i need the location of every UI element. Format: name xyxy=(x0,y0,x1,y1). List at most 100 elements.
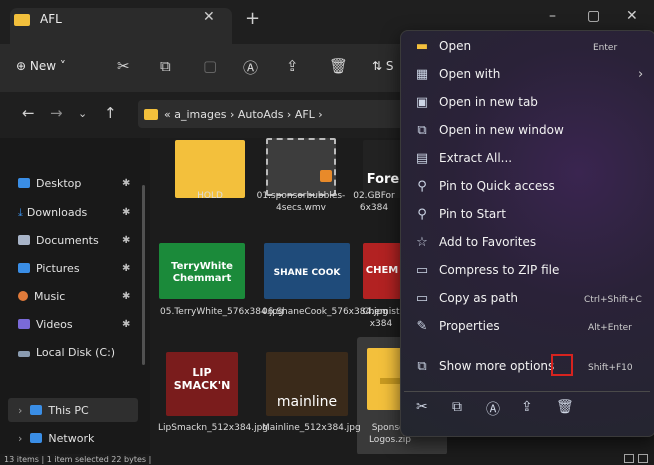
menu-item-add-favorites[interactable]: Add to Favorites xyxy=(439,235,536,249)
sidebar-item-label: Music xyxy=(34,290,66,303)
copy-icon[interactable]: ⧉ xyxy=(452,399,462,415)
tab-close-icon[interactable]: ✕ xyxy=(203,9,215,25)
menu-item-open-with[interactable]: Open with xyxy=(439,67,500,81)
delete-icon[interactable]: 🗑 xyxy=(556,399,574,415)
menu-item-show-more-options[interactable]: Show more options xyxy=(439,359,554,373)
wrench-icon: ✎ xyxy=(416,319,428,334)
sidebar-item-downloads[interactable]: ⤓ Downloads xyxy=(18,206,87,220)
cut-icon[interactable]: ✂ xyxy=(416,399,428,415)
menu-item-open-new-tab[interactable]: Open in new tab xyxy=(439,95,538,109)
extract-icon: ▤ xyxy=(415,151,429,166)
copy-icon[interactable]: ⧉ xyxy=(160,57,171,75)
menu-item-open-new-window[interactable]: Open in new window xyxy=(439,123,564,137)
sidebar-item-local-disk[interactable]: Local Disk (C:) xyxy=(18,346,115,359)
new-tab-button[interactable]: + xyxy=(245,8,260,29)
status-text: 13 items | 1 item selected 22 bytes | xyxy=(4,455,152,464)
pin-icon: ⚲ xyxy=(417,179,427,194)
tab-title: AFL xyxy=(40,12,62,26)
image-thumbnail[interactable]: LIP SMACK'N xyxy=(166,352,238,416)
image-thumbnail[interactable]: SHANE COOK xyxy=(264,243,350,299)
file-name[interactable]: 06.ShaneCook_576x384.jpg xyxy=(262,306,388,318)
chevron-right-icon[interactable]: › xyxy=(18,404,22,417)
image-thumbnail[interactable]: CHEM xyxy=(363,243,401,299)
menu-item-pin-quick-access[interactable]: Pin to Quick access xyxy=(439,179,555,193)
sidebar-item-this-pc[interactable]: › This PC xyxy=(18,404,89,417)
chevron-right-icon[interactable]: › xyxy=(18,432,22,445)
context-menu xyxy=(400,30,654,437)
music-icon xyxy=(18,291,28,301)
pin-icon[interactable]: ✱ xyxy=(122,291,130,302)
recent-chevron-icon[interactable]: ⌄ xyxy=(78,107,87,120)
copy-path-icon: ▭ xyxy=(415,291,429,306)
open-with-icon: ▦ xyxy=(415,67,429,82)
cut-icon[interactable]: ✂ xyxy=(117,57,130,75)
rename-icon[interactable]: Ⓐ xyxy=(486,399,500,419)
file-name[interactable]: Chemist x384 xyxy=(358,306,404,330)
menu-item-properties[interactable]: Properties xyxy=(439,319,500,333)
pin-start-icon: ⚲ xyxy=(417,207,427,222)
close-window-button[interactable]: ✕ xyxy=(626,8,638,24)
pc-icon xyxy=(30,405,43,415)
video-icon xyxy=(18,319,30,329)
breadcrumb[interactable]: « a_images › AutoAds › AFL › xyxy=(164,108,323,121)
forward-icon[interactable]: → xyxy=(50,104,63,122)
menu-item-open[interactable]: Open xyxy=(439,39,471,53)
tiles-view-icon[interactable] xyxy=(638,454,648,463)
folder-icon xyxy=(14,14,30,26)
shortcut-label: Enter xyxy=(593,43,618,53)
sidebar-item-label: Local Disk (C:) xyxy=(36,346,116,359)
disk-icon xyxy=(18,351,30,357)
maximize-button[interactable]: ▢ xyxy=(587,8,600,24)
sidebar-item-network[interactable]: › Network xyxy=(18,432,94,445)
video-thumbnail[interactable] xyxy=(266,138,336,196)
image-thumbnail[interactable]: TerryWhite Chemmart xyxy=(159,243,245,299)
shortcut-label: Ctrl+Shift+C xyxy=(584,295,642,305)
file-name[interactable]: 05.TerryWhite_576x384.jpg xyxy=(160,306,284,318)
sidebar-item-label: This PC xyxy=(48,404,89,417)
sidebar-item-videos[interactable]: Videos xyxy=(18,318,73,331)
details-view-icon[interactable] xyxy=(624,454,634,463)
file-name[interactable]: Mainline_512x384.jpg xyxy=(262,422,361,434)
sidebar-item-label: Desktop xyxy=(36,177,82,190)
sidebar-item-label: Documents xyxy=(36,234,99,247)
delete-icon[interactable]: 🗑 xyxy=(329,57,348,75)
rename-icon[interactable]: Ⓐ xyxy=(243,57,258,78)
minimize-button[interactable]: – xyxy=(549,8,556,24)
share-icon[interactable]: ⇪ xyxy=(286,57,299,75)
pin-icon[interactable]: ✱ xyxy=(122,319,130,330)
menu-item-compress-zip[interactable]: Compress to ZIP file xyxy=(439,263,559,277)
file-name[interactable]: HOLD xyxy=(165,190,255,202)
sidebar-item-desktop[interactable]: Desktop xyxy=(18,177,81,190)
paste-icon[interactable]: ▢ xyxy=(203,57,217,75)
menu-item-extract-all[interactable]: Extract All... xyxy=(439,151,512,165)
pin-icon[interactable]: ✱ xyxy=(122,235,130,246)
pin-icon[interactable]: ✱ xyxy=(122,263,130,274)
menu-item-pin-start[interactable]: Pin to Start xyxy=(439,207,506,221)
new-button[interactable]: ⊕ New ˅ xyxy=(16,59,66,73)
sidebar-item-label: Pictures xyxy=(36,262,80,275)
sort-button[interactable]: ⇅ S xyxy=(372,59,394,73)
chevron-right-icon: › xyxy=(638,67,644,82)
more-options-icon: ⧉ xyxy=(417,359,427,374)
play-icon xyxy=(320,170,332,182)
pin-icon[interactable]: ✱ xyxy=(122,178,130,189)
file-name[interactable]: 02.GBFor 6x384 xyxy=(348,190,400,214)
file-name[interactable]: 01.sponsorbubbles-4secs.wmv xyxy=(256,190,346,214)
sidebar-item-pictures[interactable]: Pictures xyxy=(18,262,80,275)
pin-icon[interactable]: ✱ xyxy=(122,207,130,218)
sidebar-item-music[interactable]: Music xyxy=(18,290,65,303)
share-icon[interactable]: ⇪ xyxy=(521,399,533,415)
up-icon[interactable]: ↑ xyxy=(104,104,117,122)
sidebar-scrollbar[interactable] xyxy=(142,185,145,365)
image-thumbnail[interactable]: mainline xyxy=(266,352,348,416)
menu-item-copy-path[interactable]: Copy as path xyxy=(439,291,518,305)
sidebar-item-documents[interactable]: Documents xyxy=(18,234,99,247)
back-icon[interactable]: ← xyxy=(22,104,35,122)
zip-icon: ▭ xyxy=(415,263,429,278)
shortcut-label: Alt+Enter xyxy=(588,323,632,333)
document-icon xyxy=(18,235,30,245)
highlight-box xyxy=(551,354,573,376)
sidebar-item-label: Downloads xyxy=(26,206,88,219)
menu-divider xyxy=(404,391,650,392)
file-name[interactable]: LipSmackn_512x384.jpg xyxy=(158,422,268,434)
